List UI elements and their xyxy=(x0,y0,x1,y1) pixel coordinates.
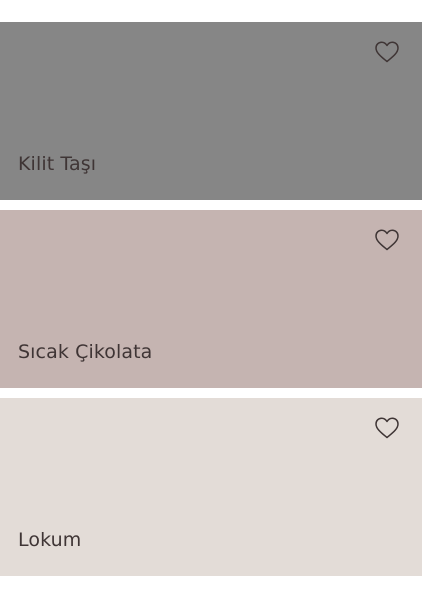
color-card[interactable]: Lokum xyxy=(0,398,422,576)
color-list: Kilit Taşı Sıcak Çikolata Lokum xyxy=(0,0,424,600)
color-card[interactable]: Sıcak Çikolata xyxy=(0,210,422,388)
color-name: Sıcak Çikolata xyxy=(18,341,153,363)
color-name: Lokum xyxy=(18,529,82,551)
heart-icon[interactable] xyxy=(374,40,400,64)
heart-icon[interactable] xyxy=(374,228,400,252)
heart-icon[interactable] xyxy=(374,416,400,440)
color-card[interactable]: Kilit Taşı xyxy=(0,22,422,200)
color-name: Kilit Taşı xyxy=(18,153,97,175)
